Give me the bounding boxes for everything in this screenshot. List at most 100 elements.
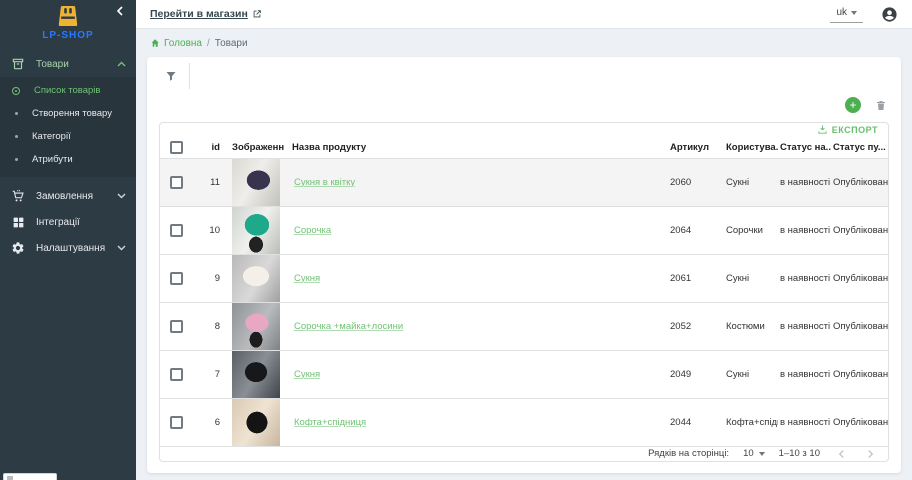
breadcrumb-current: Товари [215,38,248,49]
sidebar: LP-SHOP Товари Список товарів Ств [0,0,136,480]
sidebar-item-integrations[interactable]: Інтеграції [0,209,136,235]
column-header-name[interactable]: Назва продукту [284,137,668,159]
cell-sku: 2064 [668,206,724,254]
next-page-button[interactable] [863,449,878,459]
account-button[interactable] [881,6,898,23]
cell-sku: 2052 [668,302,724,350]
product-name-link[interactable]: Сукня [286,369,320,380]
chevron-left-icon [116,6,124,16]
product-name-link[interactable]: Кофта+спідниця [286,417,366,428]
product-name-link[interactable]: Сукня [286,273,320,284]
product-name-link[interactable]: Сорочка +майка+лосини [286,321,403,332]
cell-sku: 2061 [668,254,724,302]
breadcrumb-home-link[interactable]: Головна [150,38,202,49]
home-icon [150,38,160,48]
column-header-sku[interactable]: Артикул [668,137,724,159]
column-header-publish-status[interactable]: Статус пу... [831,137,888,159]
products-card: + ЕКСПОРТ [147,57,901,473]
cell-stock-status: в наявності [778,254,831,302]
sidebar-nav: Товари Список товарів Створення товару К… [0,51,136,261]
go-to-store-link[interactable]: Перейти в магазин [150,8,262,20]
table-row[interactable]: 9 Сукня 2061 Сукні в наявності Опубліков… [160,254,888,302]
account-icon [881,6,898,23]
cell-sku: 2049 [668,350,724,398]
table-actions: + [147,95,901,115]
table-row[interactable]: 10 Сорочка 2064 Сорочки в наявності Опуб… [160,206,888,254]
sidebar-item-create-product[interactable]: Створення товару [0,102,136,125]
chevron-down-icon [117,193,126,199]
filter-button[interactable] [163,68,179,84]
row-checkbox[interactable] [170,416,183,429]
column-header-id[interactable]: id [196,137,224,159]
external-link-icon [252,9,262,19]
column-header-category[interactable]: Користува... [724,137,778,159]
product-thumbnail [232,351,280,398]
product-name-link[interactable]: Сорочка [286,225,331,236]
product-thumbnail [232,159,280,206]
cell-id: 8 [196,302,224,350]
topbar: Перейти в магазин uk [136,0,912,29]
topbar-right: uk [830,5,898,23]
table-row[interactable]: 11 Сукня в квітку 2060 Сукні в наявності… [160,158,888,206]
sidebar-item-settings[interactable]: Налаштування [0,235,136,261]
cell-publish-status: Опубліковано [831,302,888,350]
logo-text: LP-SHOP [42,30,93,41]
cell-publish-status: Опубліковано [831,254,888,302]
export-button[interactable]: ЕКСПОРТ [817,124,878,135]
cell-publish-status: Опубліковано [831,398,888,446]
cell-id: 11 [196,158,224,206]
prev-page-button[interactable] [834,449,849,459]
filter-toolbar [147,57,901,95]
cell-publish-status: Опубліковано [831,206,888,254]
rows-per-page-select[interactable]: 10 [743,448,765,459]
cell-stock-status: в наявності [778,302,831,350]
sidebar-item-categories[interactable]: Категорії [0,125,136,148]
table-row[interactable]: 7 Сукня 2049 Сукні в наявності Опубліков… [160,350,888,398]
chevron-down-icon [117,245,126,251]
sidebar-item-products[interactable]: Товари [0,51,136,77]
sidebar-item-attributes[interactable]: Атрибути [0,148,136,171]
row-checkbox[interactable] [170,272,183,285]
shopping-bag-logo-icon [57,4,79,28]
caret-down-icon [851,11,857,15]
product-thumbnail [232,255,280,302]
table-row[interactable]: 6 Кофта+спідниця 2044 Кофта+спідниці в н… [160,398,888,446]
row-checkbox[interactable] [170,176,183,189]
toolbar-divider [189,63,190,89]
download-icon [817,124,828,135]
cell-id: 9 [196,254,224,302]
caret-down-icon [759,452,765,456]
select-all-checkbox[interactable] [170,141,183,154]
sidebar-item-orders[interactable]: Замовлення [0,183,136,209]
table-row[interactable]: 8 Сорочка +майка+лосини 2052 Костюми в н… [160,302,888,350]
funnel-icon [165,70,177,82]
cell-category: Сукні [724,158,778,206]
table-body: 11 Сукня в квітку 2060 Сукні в наявності… [160,158,888,446]
cell-category: Кофта+спідниці [724,398,778,446]
add-product-button[interactable]: + [845,97,861,113]
radio-selected-icon [12,87,20,95]
pagination: Рядків на сторінці: 10 1–10 з 10 [160,446,888,461]
sidebar-collapse-button[interactable] [114,4,126,18]
cell-category: Сукні [724,254,778,302]
cell-publish-status: Опубліковано [831,350,888,398]
plus-icon: + [849,98,856,112]
bullet-icon [15,112,18,115]
row-checkbox[interactable] [170,368,183,381]
delete-button[interactable] [875,99,887,112]
cell-id: 6 [196,398,224,446]
column-header-stock-status[interactable]: Статус на... [778,137,831,159]
box-icon [10,56,26,72]
row-checkbox[interactable] [170,320,183,333]
cell-stock-status: в наявності [778,350,831,398]
row-checkbox[interactable] [170,224,183,237]
chevron-left-icon [838,449,845,459]
product-thumbnail [232,303,280,350]
grid-icon [10,214,26,230]
language-select[interactable]: uk [830,5,863,23]
sidebar-item-product-list[interactable]: Список товарів [0,79,136,102]
cell-stock-status: в наявності [778,158,831,206]
rows-per-page-label: Рядків на сторінці: [648,448,729,459]
products-table: id Зображення Назва продукту Артикул Кор… [160,137,888,447]
product-name-link[interactable]: Сукня в квітку [286,177,355,188]
